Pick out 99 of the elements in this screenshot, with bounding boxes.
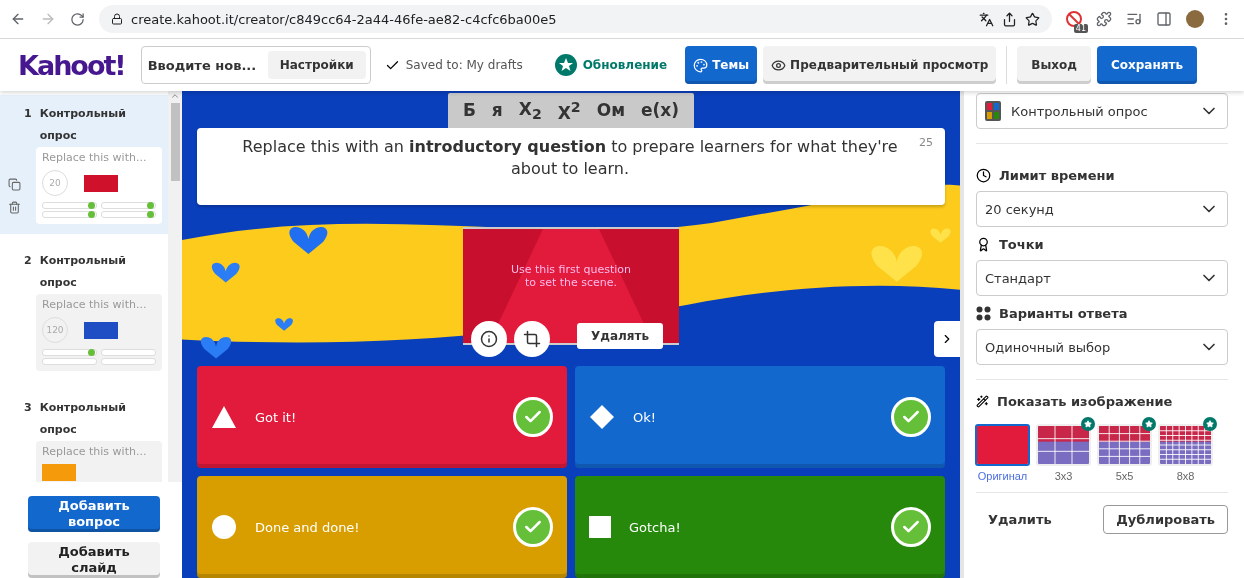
correct-toggle[interactable] bbox=[891, 507, 931, 547]
answer-text: Got it! bbox=[255, 409, 298, 425]
wand-icon bbox=[976, 395, 989, 408]
image-reveal-option[interactable]: 5x5 bbox=[1098, 417, 1156, 482]
address-bar[interactable]: create.kahoot.it/creator/c849cc64-2a44-46fe-ae82-c4cfc6ba00e5 bbox=[99, 5, 1052, 33]
format-button[interactable]: Ом bbox=[589, 100, 633, 121]
correct-dot bbox=[88, 349, 95, 356]
correct-toggle[interactable] bbox=[513, 397, 553, 437]
palette-icon bbox=[693, 57, 709, 73]
logo[interactable]: Kahoot! bbox=[18, 49, 125, 81]
setting-label: Варианты ответа bbox=[999, 306, 1128, 321]
image-reveal-option[interactable]: Оригинал bbox=[976, 417, 1034, 482]
preview-text: Replace this with... bbox=[42, 151, 148, 164]
heart-icon bbox=[289, 227, 328, 254]
heart-icon bbox=[275, 318, 293, 331]
correct-dot bbox=[147, 211, 154, 218]
bookmark-icon[interactable] bbox=[1025, 11, 1040, 27]
collapse-panel-button[interactable] bbox=[934, 321, 960, 357]
diamond-icon bbox=[589, 404, 615, 430]
answer-text: Gotcha! bbox=[629, 519, 682, 535]
quiz-icon bbox=[985, 101, 1001, 121]
duplicate-icon[interactable] bbox=[8, 178, 21, 191]
heart-icon bbox=[200, 337, 232, 359]
format-button[interactable]: X$_{2}$ bbox=[511, 98, 549, 122]
heart-icon bbox=[871, 246, 922, 282]
heart-icon bbox=[930, 228, 951, 243]
info-icon bbox=[480, 330, 498, 348]
answer-text: Done and done! bbox=[255, 519, 361, 535]
setting-label: Точки bbox=[999, 237, 1044, 252]
image-reveal-option[interactable]: 3x3 bbox=[1037, 417, 1095, 482]
themes-button[interactable]: Темы bbox=[685, 46, 758, 84]
upgrade-button[interactable]: Обновление bbox=[548, 53, 674, 77]
media-caption: Use this first question to set the scene. bbox=[509, 263, 633, 289]
correct-dot bbox=[147, 202, 154, 209]
duplicate-button[interactable]: Дублировать bbox=[1103, 505, 1228, 534]
scrollbar-thumb[interactable] bbox=[170, 103, 180, 181]
scrollbar[interactable] bbox=[168, 91, 182, 482]
slide-title: Контрольный опрос bbox=[39, 106, 127, 144]
preview-text: Replace this with... bbox=[42, 445, 148, 458]
setting-select[interactable]: 20 секунд bbox=[976, 191, 1228, 227]
trash-icon[interactable] bbox=[8, 201, 21, 214]
crop-icon bbox=[523, 330, 541, 348]
medal-icon bbox=[976, 237, 991, 252]
preview-button[interactable]: Предварительный просмотр bbox=[763, 46, 997, 84]
correct-toggle[interactable] bbox=[891, 397, 931, 437]
question-field[interactable]: Replace this with an introductory question to prepare learners for what they're about to learn. 25 bbox=[197, 127, 945, 205]
slide-number: 1 bbox=[24, 106, 32, 122]
extension-badge: 41 bbox=[1073, 24, 1088, 33]
extensions-icon[interactable] bbox=[1096, 11, 1112, 27]
url-text: create.kahoot.it/creator/c849cc64-2a44-46fe-ae82-c4cfc6ba00e5 bbox=[131, 11, 558, 27]
setting-select[interactable]: Одиночный выбор bbox=[976, 329, 1228, 365]
setting-label: Показать изображение bbox=[997, 394, 1173, 409]
character-count: 25 bbox=[919, 135, 933, 151]
add-slide-button[interactable]: Добавить слайд bbox=[28, 542, 160, 578]
answer-tile[interactable]: Ok! bbox=[575, 366, 945, 468]
setting-select[interactable]: Стандарт bbox=[976, 260, 1228, 296]
delete-media-button[interactable]: Удалять bbox=[577, 323, 664, 349]
saved-status: Saved to: My drafts bbox=[405, 58, 523, 72]
slide-number: 2 bbox=[24, 253, 32, 269]
slide-title: Контрольный опрос bbox=[39, 253, 127, 291]
lock-icon bbox=[111, 13, 123, 25]
image-reveal-option[interactable]: 8x8 bbox=[1159, 417, 1217, 482]
format-button[interactable]: я bbox=[484, 100, 510, 121]
correct-toggle[interactable] bbox=[513, 507, 553, 547]
translate-icon[interactable] bbox=[979, 11, 994, 27]
format-button[interactable]: e(x) bbox=[634, 100, 687, 121]
save-button[interactable]: Сохранять bbox=[1097, 46, 1197, 84]
answer-tile[interactable]: Got it! bbox=[197, 366, 567, 468]
heart-icon bbox=[211, 262, 240, 283]
slide-item[interactable]: 1 Контрольный опрос Replace this with... 20 bbox=[0, 95, 168, 234]
preview-text: Replace this with... bbox=[42, 298, 148, 311]
slide-item[interactable]: 2 Контрольный опрос Replace this with... 120 bbox=[0, 242, 168, 381]
question-text: Replace this with an introductory question to prepare learners for what they're about to learn. bbox=[241, 135, 899, 180]
exit-button[interactable]: Выход bbox=[1017, 46, 1091, 84]
answer-tile[interactable]: Gotcha! bbox=[575, 476, 945, 578]
slide-item[interactable]: 3 Контрольный опрос Replace this with... bbox=[0, 389, 168, 482]
triangle-icon bbox=[211, 405, 237, 429]
share-icon[interactable] bbox=[1002, 11, 1017, 27]
slide-title: Контрольный опрос bbox=[39, 400, 127, 438]
back-icon[interactable] bbox=[10, 11, 26, 27]
format-button[interactable]: Б bbox=[455, 100, 483, 121]
circle-icon bbox=[211, 514, 237, 540]
profile-avatar[interactable] bbox=[1186, 10, 1204, 28]
eye-icon bbox=[771, 57, 787, 73]
clock-icon bbox=[976, 168, 991, 183]
reload-icon[interactable] bbox=[70, 11, 85, 27]
square-icon bbox=[589, 516, 611, 538]
media-icon[interactable] bbox=[1126, 11, 1142, 27]
dots-icon bbox=[976, 306, 991, 321]
format-button[interactable]: X$^{2}$ bbox=[550, 98, 588, 123]
correct-dot bbox=[88, 202, 95, 209]
answer-text: Ok! bbox=[633, 409, 657, 425]
correct-dot bbox=[88, 211, 95, 218]
setting-label: Лимит времени bbox=[999, 168, 1115, 183]
side-panel-icon[interactable] bbox=[1156, 11, 1172, 27]
slide-number: 3 bbox=[24, 400, 32, 416]
question-type-select[interactable]: Контрольный опрос bbox=[976, 93, 1228, 129]
settings-button[interactable]: Настройки bbox=[267, 51, 366, 79]
add-question-button[interactable]: Добавить вопрос bbox=[28, 496, 160, 532]
